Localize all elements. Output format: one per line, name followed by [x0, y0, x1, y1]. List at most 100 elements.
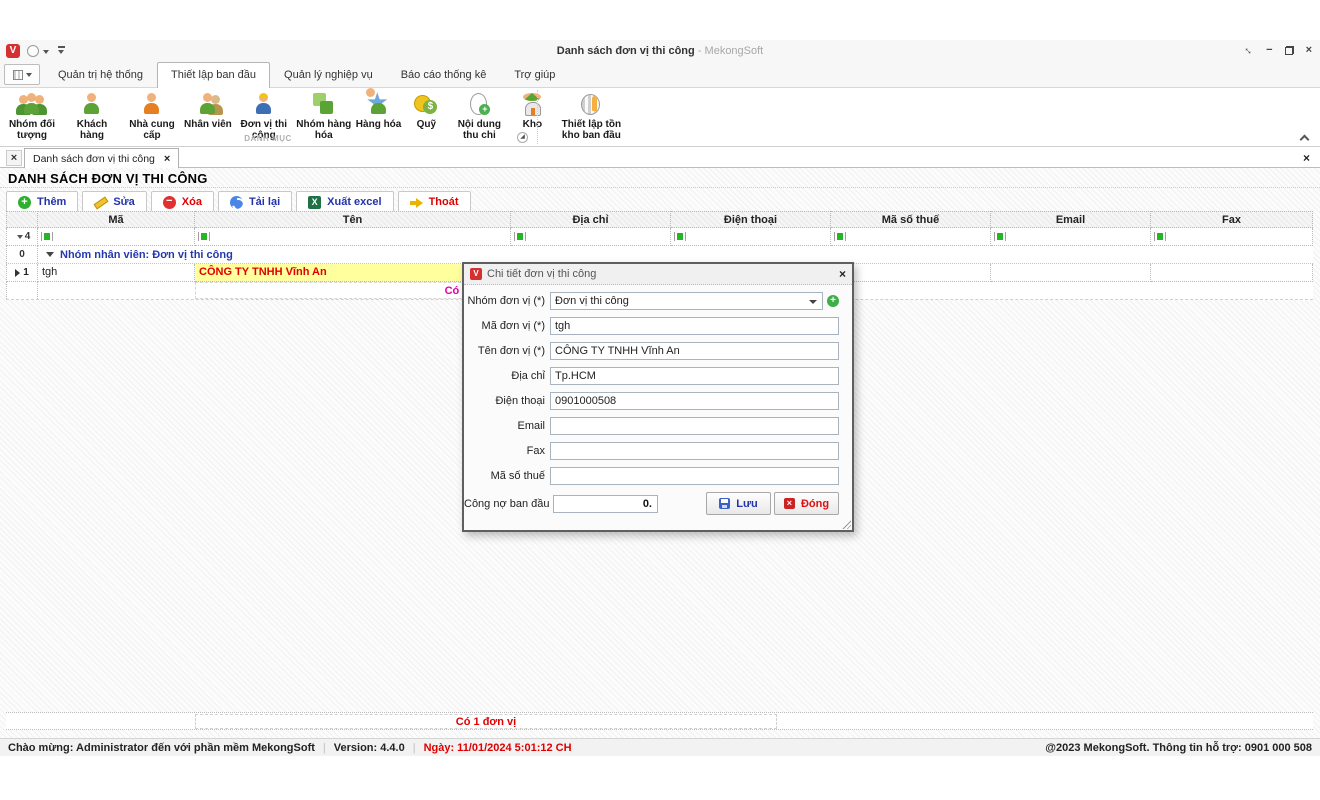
row-number: 1	[23, 264, 29, 281]
collapse-ribbon-icon[interactable]	[1300, 135, 1310, 145]
grid-filter-cell[interactable]	[511, 228, 671, 246]
ribbon-tab[interactable]: Báo cáo thống kê	[387, 62, 501, 87]
close-dialog-button[interactable]: × Đóng	[774, 492, 839, 515]
grid-header-cell[interactable]: Địa chỉ	[511, 211, 671, 228]
field-input[interactable]	[550, 417, 839, 435]
ribbon-item-icon	[577, 91, 605, 117]
ribbon-tab[interactable]: Thiết lập ban đầu	[157, 62, 270, 88]
action-button[interactable]: Tải lại	[218, 191, 292, 213]
version-text: Version: 4.4.0	[334, 742, 405, 754]
minimize-icon[interactable]: −	[1266, 43, 1272, 58]
group-expand-icon[interactable]	[46, 252, 54, 257]
action-button[interactable]: Xóa	[151, 191, 214, 213]
filter-edit-icon[interactable]	[1154, 232, 1166, 241]
filter-edit-icon[interactable]	[41, 232, 53, 241]
ribbon-tab[interactable]: Trợ giúp	[500, 62, 569, 87]
resize-grip[interactable]	[841, 519, 851, 529]
ribbon-item-icon	[412, 91, 440, 117]
dialog-title-bar: V Chi tiết đơn vị thi công ×	[464, 264, 852, 285]
close-icon[interactable]: ×	[1306, 43, 1312, 58]
ribbon-item-label: Kho	[523, 119, 542, 130]
action-button-icon	[410, 196, 423, 209]
restore-icon[interactable]	[1285, 46, 1294, 55]
fullscreen-icon[interactable]: ↔	[1239, 41, 1257, 59]
window-title: Danh sách đơn vị thi công - MekongSoft	[0, 45, 1320, 57]
field-input[interactable]: tgh	[550, 317, 839, 335]
grid-indicator-header	[6, 211, 38, 228]
grid-header-cell[interactable]: Fax	[1151, 211, 1313, 228]
cell-fax[interactable]	[1151, 264, 1313, 282]
action-button-label: Thoát	[429, 196, 459, 208]
ribbon-item[interactable]: Nhân viên	[182, 90, 234, 131]
document-tab-active[interactable]: Danh sách đơn vị thi công ×	[24, 148, 179, 168]
grid-header-cell[interactable]: Mã số thuế	[831, 211, 991, 228]
field-input[interactable]: Tp.HCM	[550, 367, 839, 385]
cell-ma-so-thue[interactable]	[831, 264, 991, 282]
ribbon-item[interactable]: Hàng hóa	[354, 90, 404, 131]
debt-row: Công nợ ban đầu 0. Lưu × Đóng	[464, 492, 852, 515]
grid-filter-cell[interactable]	[195, 228, 511, 246]
ribbon-item[interactable]: Thiết lập tồn kho ban đầu	[555, 90, 627, 142]
ribbon-item[interactable]: Kho	[509, 90, 555, 131]
add-group-icon[interactable]: +	[827, 295, 839, 307]
grid-filter-cell[interactable]	[671, 228, 831, 246]
filter-edit-icon[interactable]	[514, 232, 526, 241]
grid-filter-cell[interactable]	[1151, 228, 1313, 246]
ribbon-item-label: Quỹ	[417, 119, 436, 130]
close-icon[interactable]: ×	[164, 153, 170, 165]
action-button[interactable]: Sửa	[82, 191, 146, 213]
divider: |	[413, 742, 416, 754]
dialog-title: Chi tiết đơn vị thi công	[487, 268, 596, 280]
dialog-body: Nhóm đơn vị (*) Đơn vị thi công + Mã đơn…	[464, 285, 852, 515]
group-dialog-launcher-icon[interactable]: ◢	[517, 132, 528, 143]
ribbon-item-icon	[310, 91, 338, 117]
cell-email[interactable]	[991, 264, 1151, 282]
group-row-indicator: 0	[6, 246, 38, 263]
ribbon-tab[interactable]: Quản trị hệ thống	[44, 62, 157, 87]
field-input[interactable]	[550, 467, 839, 485]
grid-filter-row: 4	[6, 228, 1313, 246]
dialog-field-row: Điện thoại 0901000508 +	[464, 392, 852, 410]
ribbon-tab-bar: Quản trị hệ thống Thiết lập ban đầu Quản…	[0, 62, 1320, 88]
field-input[interactable]: CÔNG TY TNHH Vĩnh An	[550, 342, 839, 360]
field-input[interactable]: 0901000508	[550, 392, 839, 410]
ribbon-group-label: DANH MỤC	[6, 134, 530, 143]
filter-edit-icon[interactable]	[198, 232, 210, 241]
filter-row-number: 4	[25, 231, 31, 242]
filter-edit-icon[interactable]	[674, 232, 686, 241]
filter-edit-icon[interactable]	[834, 232, 846, 241]
filter-edit-icon[interactable]	[994, 232, 1006, 241]
grid-filter-cell[interactable]	[991, 228, 1151, 246]
grid-header-cell[interactable]: Email	[991, 211, 1151, 228]
grid-filter-cell[interactable]	[38, 228, 195, 246]
date-text: Ngày: 11/01/2024 5:01:12 CH	[424, 742, 572, 754]
action-button[interactable]: Thoát	[398, 191, 471, 213]
ribbon-tabs: Quản trị hệ thống Thiết lập ban đầu Quản…	[44, 62, 569, 87]
ribbon-tab[interactable]: Quản lý nghiệp vụ	[270, 62, 387, 87]
save-button[interactable]: Lưu	[706, 492, 771, 515]
close-document-button[interactable]: ×	[1303, 150, 1310, 166]
debt-input[interactable]: 0.	[553, 495, 658, 513]
cell-ma[interactable]: tgh	[38, 264, 195, 282]
field-input[interactable]: Đơn vị thi công	[550, 292, 823, 310]
grid-header-cell[interactable]: Tên	[195, 211, 511, 228]
grid-header-cell[interactable]: Điện thoại	[671, 211, 831, 228]
close-icon[interactable]: ×	[839, 267, 846, 281]
close-tab-group-button[interactable]: ×	[6, 150, 22, 166]
field-label: Địa chỉ	[464, 370, 550, 382]
action-button[interactable]: Thêm	[6, 191, 78, 213]
field-input[interactable]	[550, 442, 839, 460]
chevron-down-icon[interactable]	[809, 300, 817, 304]
action-button[interactable]: Xuất excel	[296, 191, 393, 213]
dialog-field-row: Email +	[464, 417, 852, 435]
action-button-label: Tải lại	[249, 196, 280, 208]
grid-footer-row: Có 1 đơn vị	[6, 712, 1313, 730]
ribbon-item[interactable]: Quỹ	[403, 90, 449, 131]
dialog-field-row: Địa chỉ Tp.HCM +	[464, 367, 852, 385]
application-menu-button[interactable]	[4, 64, 40, 85]
app-logo-icon: V	[470, 268, 482, 280]
grid-header-cell[interactable]: Mã	[38, 211, 195, 228]
action-button-icon	[308, 196, 321, 209]
grid-filter-cell[interactable]	[831, 228, 991, 246]
ribbon-item-icon	[250, 91, 278, 117]
